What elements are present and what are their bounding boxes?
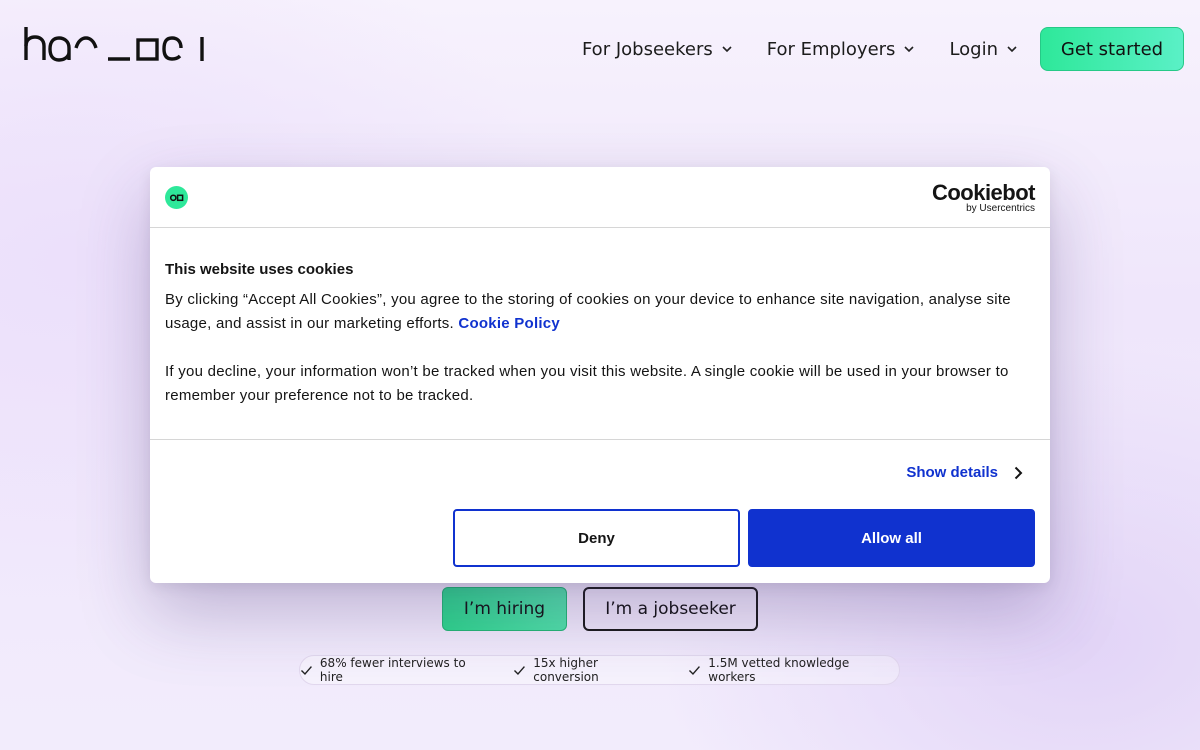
- consent-text: By clicking “Accept All Cookies”, you ag…: [165, 291, 1011, 332]
- hero-cta-row: I’m hiring I’m a jobseeker: [442, 587, 758, 631]
- site-brand-mark-icon: [165, 186, 188, 209]
- deny-button[interactable]: Deny: [453, 509, 740, 567]
- dialog-paragraph-consent: By clicking “Accept All Cookies”, you ag…: [165, 288, 1035, 336]
- chevron-down-icon: [722, 46, 732, 53]
- check-icon: [300, 665, 312, 675]
- site-header: For Jobseekers For Employers Login Get s…: [0, 0, 1200, 96]
- dialog-footer: Show details Deny Allow all: [150, 440, 1050, 582]
- chevron-down-icon: [1007, 46, 1017, 53]
- site-logo[interactable]: [24, 26, 206, 64]
- nav-login[interactable]: Login: [949, 39, 1018, 60]
- nav-jobseekers[interactable]: For Jobseekers: [582, 39, 733, 60]
- stat-label: 1.5M vetted knowledge workers: [708, 656, 850, 684]
- check-icon: [514, 665, 526, 675]
- cookie-policy-link[interactable]: Cookie Policy: [458, 315, 560, 332]
- cookiebot-wordmark: Cookiebot: [931, 180, 1036, 205]
- get-started-button[interactable]: Get started: [1040, 27, 1184, 71]
- main-nav: For Jobseekers For Employers Login Get s…: [582, 27, 1184, 71]
- cookiebot-byline: by Usercentrics: [966, 203, 1035, 214]
- nav-jobseekers-label: For Jobseekers: [581, 38, 713, 60]
- im-hiring-button[interactable]: I’m hiring: [442, 587, 567, 631]
- allow-all-button[interactable]: Allow all: [748, 509, 1035, 567]
- dialog-title: This website uses cookies: [165, 261, 354, 278]
- stat-item: 68% fewer interviews to hire: [300, 656, 491, 684]
- stat-label: 15x higher conversion: [533, 656, 599, 684]
- chevron-right-icon: [1014, 466, 1023, 479]
- dialog-header: Cookiebot by Usercentrics: [150, 167, 1050, 228]
- nav-login-label: Login: [949, 38, 998, 60]
- stat-item: 1.5M vetted knowledge workers: [688, 656, 899, 684]
- nav-employers-label: For Employers: [766, 38, 896, 60]
- im-jobseeker-button[interactable]: I’m a jobseeker: [583, 587, 758, 631]
- stats-bar: 68% fewer interviews to hire 15x higher …: [299, 655, 900, 685]
- chevron-down-icon: [904, 46, 915, 53]
- dialog-body: This website uses cookies By clicking “A…: [150, 228, 1050, 440]
- cookiebot-logo[interactable]: Cookiebot by Usercentrics: [931, 180, 1036, 214]
- stat-item: 15x higher conversion: [513, 656, 666, 684]
- stat-label: 68% fewer interviews to hire: [319, 656, 466, 684]
- dialog-paragraph-decline: If you decline, your information won’t b…: [165, 363, 1009, 404]
- nav-employers[interactable]: For Employers: [767, 39, 916, 60]
- cookie-consent-dialog: Cookiebot by Usercentrics This website u…: [150, 167, 1050, 583]
- show-details-link[interactable]: Show details: [906, 464, 1023, 481]
- check-icon: [689, 665, 701, 675]
- show-details-label: Show details: [906, 464, 998, 481]
